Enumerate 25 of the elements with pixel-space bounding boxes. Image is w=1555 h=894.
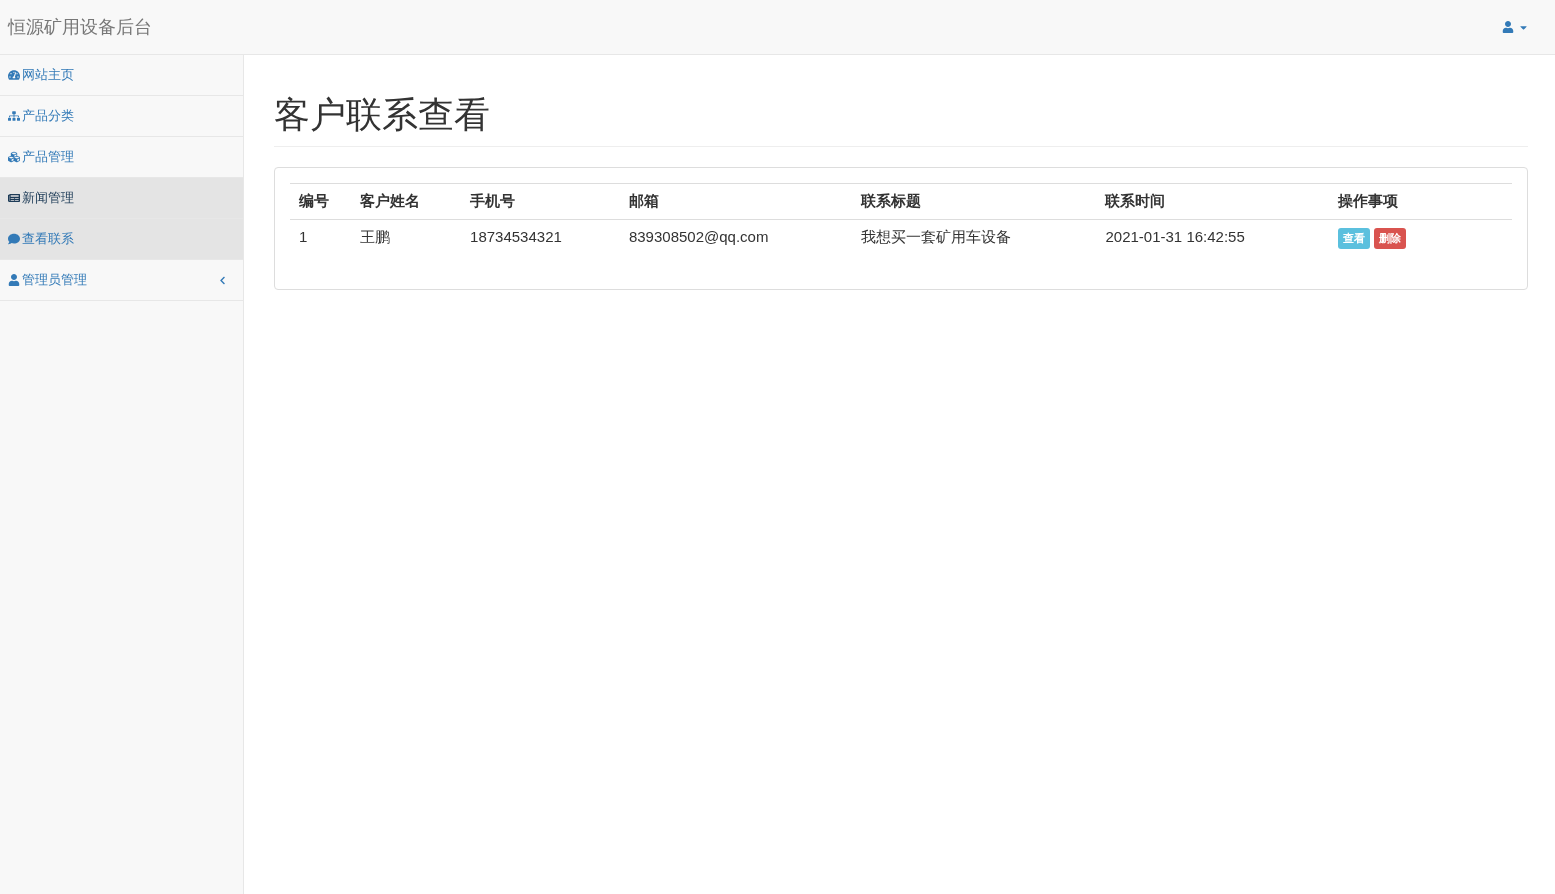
table-cell: 我想买一套矿用车设备 xyxy=(852,219,1097,257)
column-header: 手机号 xyxy=(461,183,620,220)
delete-button[interactable]: 删除 xyxy=(1373,228,1406,249)
column-header: 编号 xyxy=(290,183,352,220)
user-icon xyxy=(1502,21,1514,33)
column-header: 客户姓名 xyxy=(351,183,462,220)
sidebar-item[interactable]: 查看联系 xyxy=(0,219,243,260)
table-cell: 18734534321 xyxy=(461,219,620,257)
newspaper-icon xyxy=(8,192,20,204)
page-title: 客户联系查看 xyxy=(274,91,1528,147)
user-icon xyxy=(8,274,20,286)
column-header: 联系标题 xyxy=(852,183,1097,220)
comment-icon xyxy=(8,233,20,245)
column-header: 操作事项 xyxy=(1328,183,1512,220)
table-cell: 2021-01-31 16:42:55 xyxy=(1096,219,1329,257)
sitemap-icon xyxy=(8,110,20,122)
app-brand: 恒源矿用设备后台 xyxy=(8,16,152,39)
table-cell: 王鹏 xyxy=(351,219,462,257)
table-cell: 1 xyxy=(290,219,352,257)
table-cell: 839308502@qq.com xyxy=(619,219,853,257)
column-header: 联系时间 xyxy=(1096,183,1329,220)
sidebar-item[interactable]: 新闻管理 xyxy=(0,178,243,219)
cubes-icon xyxy=(8,151,20,163)
column-header: 邮箱 xyxy=(619,183,853,220)
dashboard-icon xyxy=(8,69,20,81)
